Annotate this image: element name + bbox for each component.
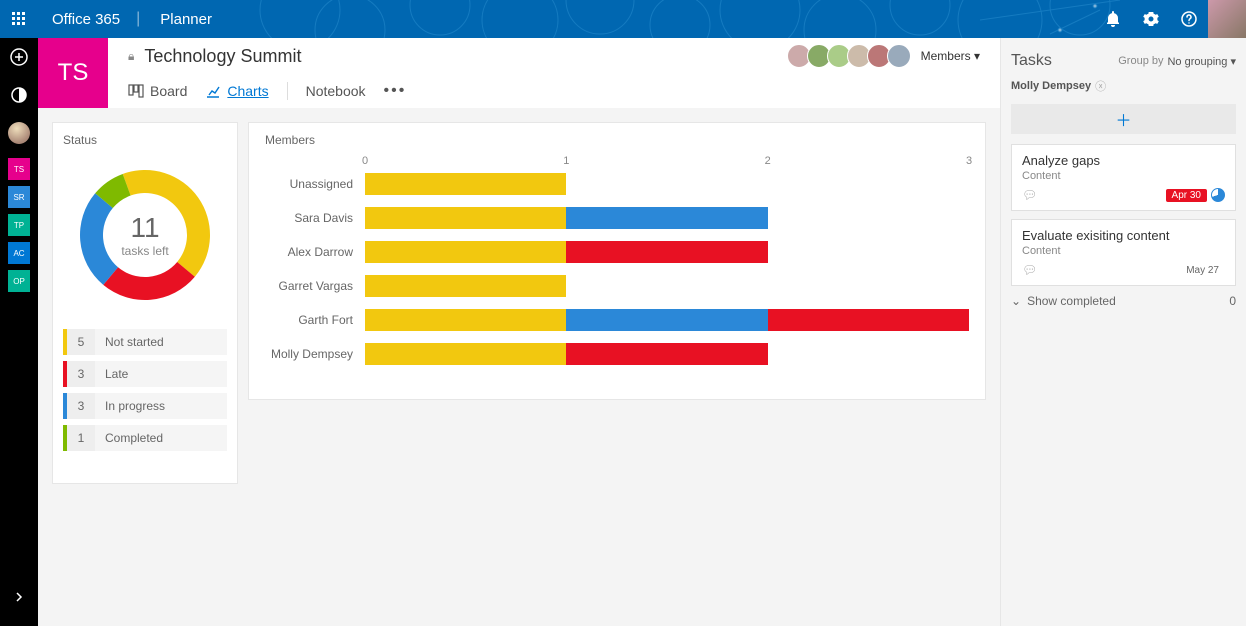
bar-segment — [566, 207, 767, 229]
lock-icon: 🔒︎ — [128, 49, 134, 64]
tasks-panel: Tasks Group by No grouping ▾ Molly Demps… — [1000, 38, 1246, 626]
member-bar-row[interactable]: Alex Darrow — [265, 241, 969, 263]
status-card: Status 11 tasks left 5 Not started 3 Lat… — [52, 122, 238, 484]
axis-tick-label: 3 — [966, 155, 972, 167]
member-name-label: Sara Davis — [265, 211, 365, 225]
axis-tick-label: 2 — [765, 155, 771, 167]
member-name-label: Unassigned — [265, 177, 365, 191]
legend-label: Late — [95, 361, 227, 387]
chevron-down-icon: ⌄ — [1011, 294, 1021, 308]
bar-segment — [566, 309, 767, 331]
legend-count: 5 — [67, 329, 95, 355]
tasks-left-number: 11 — [130, 212, 159, 244]
members-card: Members 0 1 2 3 Unassigned Sara Davis Alex Da… — [248, 122, 986, 400]
tasks-left-label: tasks left — [121, 244, 168, 258]
charts-content: Status 11 tasks left 5 Not started 3 Lat… — [38, 108, 1000, 626]
tab-board[interactable]: Board — [128, 83, 187, 99]
rail-plan-tile[interactable]: AC — [8, 242, 30, 264]
tab-notebook-label: Notebook — [306, 83, 366, 99]
bar-segment — [768, 309, 969, 331]
member-name-label: Alex Darrow — [265, 245, 365, 259]
assignee-icon — [1211, 188, 1225, 202]
task-card[interactable]: Evaluate exisiting content Content 💬︎ Ma… — [1011, 219, 1236, 286]
my-tasks-avatar[interactable] — [0, 114, 38, 152]
help-icon[interactable] — [1170, 0, 1208, 38]
member-name-label: Molly Dempsey — [265, 347, 365, 361]
legend-label: Completed — [95, 425, 227, 451]
axis-tick-label: 0 — [362, 155, 368, 167]
member-bar-row[interactable]: Garret Vargas — [265, 275, 969, 297]
plan-title[interactable]: Technology Summit — [144, 46, 301, 67]
app-launcher-icon[interactable] — [0, 0, 38, 38]
members-dropdown[interactable]: Members ▾ — [921, 49, 980, 63]
group-by-dropdown[interactable]: No grouping ▾ — [1167, 55, 1236, 68]
legend-label: In progress — [95, 393, 227, 419]
left-rail: TS SR TP AC OP — [0, 38, 38, 626]
member-bar-row[interactable]: Molly Dempsey — [265, 343, 969, 365]
comment-icon: 💬︎ — [1022, 263, 1037, 277]
new-plan-icon[interactable] — [0, 38, 38, 76]
settings-icon[interactable] — [1132, 0, 1170, 38]
status-legend-row[interactable]: 3 Late — [63, 361, 227, 387]
bar-segment — [365, 173, 566, 195]
member-bar-row[interactable]: Unassigned — [265, 173, 969, 195]
member-bar-row[interactable]: Garth Fort — [265, 309, 969, 331]
legend-count: 3 — [67, 361, 95, 387]
bar-segment — [365, 343, 566, 365]
bar-segment — [365, 207, 566, 229]
task-category: Content — [1022, 170, 1225, 182]
rail-plan-tile[interactable]: SR — [8, 186, 30, 208]
bar-segment — [566, 343, 767, 365]
tab-notebook[interactable]: Notebook — [306, 83, 366, 99]
rail-plan-tile[interactable]: TS — [8, 158, 30, 180]
plan-members-avatars[interactable]: Members ▾ — [791, 44, 1000, 68]
task-due-date: May 27 — [1180, 264, 1225, 277]
status-card-title: Status — [63, 133, 227, 147]
task-due-date: Apr 30 — [1166, 189, 1207, 202]
axis-tick-label: 1 — [563, 155, 569, 167]
bar-segment — [566, 241, 767, 263]
legend-count: 1 — [67, 425, 95, 451]
members-bar-chart[interactable]: 0 1 2 3 Unassigned Sara Davis Alex Darrow Garr… — [265, 155, 969, 365]
status-legend-row[interactable]: 5 Not started — [63, 329, 227, 355]
task-category: Content — [1022, 245, 1225, 257]
suite-brand[interactable]: Office 365 — [52, 11, 120, 28]
comment-icon: 💬︎ — [1022, 188, 1037, 202]
plan-header: TS 🔒︎ Technology Summit Members ▾ Board … — [38, 38, 1000, 108]
bar-segment — [365, 241, 566, 263]
legend-count: 3 — [67, 393, 95, 419]
filter-person-pill[interactable]: Molly Dempsey ⓧ — [1011, 78, 1106, 94]
status-legend-row[interactable]: 1 Completed — [63, 425, 227, 451]
plan-tile[interactable]: TS — [38, 38, 108, 108]
expand-rail-icon[interactable] — [0, 578, 38, 616]
suite-bar: Office 365 | Planner — [0, 0, 1246, 38]
rail-plan-tile[interactable]: TP — [8, 214, 30, 236]
task-card[interactable]: Analyze gaps Content 💬︎ Apr 30 — [1011, 144, 1236, 211]
more-menu-icon[interactable]: ••• — [384, 82, 407, 100]
task-name: Evaluate exisiting content — [1022, 228, 1225, 243]
group-by-label: Group by — [1118, 55, 1163, 67]
member-name-label: Garret Vargas — [265, 279, 365, 293]
member-bar-row[interactable]: Sara Davis — [265, 207, 969, 229]
rail-plan-tile[interactable]: OP — [8, 270, 30, 292]
status-legend-row[interactable]: 3 In progress — [63, 393, 227, 419]
bar-segment — [365, 309, 566, 331]
task-name: Analyze gaps — [1022, 153, 1225, 168]
me-avatar[interactable] — [1208, 0, 1246, 38]
tab-charts[interactable]: Charts — [205, 83, 268, 99]
notifications-icon[interactable] — [1094, 0, 1132, 38]
add-task-button[interactable]: ＋ — [1011, 104, 1236, 134]
legend-label: Not started — [95, 329, 227, 355]
members-card-title: Members — [265, 133, 969, 147]
status-donut-chart[interactable]: 11 tasks left — [65, 155, 225, 315]
bar-segment — [365, 275, 566, 297]
app-name[interactable]: Planner — [160, 11, 212, 28]
tasks-panel-title: Tasks — [1011, 52, 1052, 70]
tab-board-label: Board — [150, 83, 187, 99]
show-completed-toggle[interactable]: ⌄ Show completed 0 — [1011, 294, 1236, 308]
planner-hub-icon[interactable] — [0, 76, 38, 114]
member-name-label: Garth Fort — [265, 313, 365, 327]
clear-filter-icon[interactable]: ⓧ — [1095, 78, 1106, 94]
tab-charts-label: Charts — [227, 83, 268, 99]
